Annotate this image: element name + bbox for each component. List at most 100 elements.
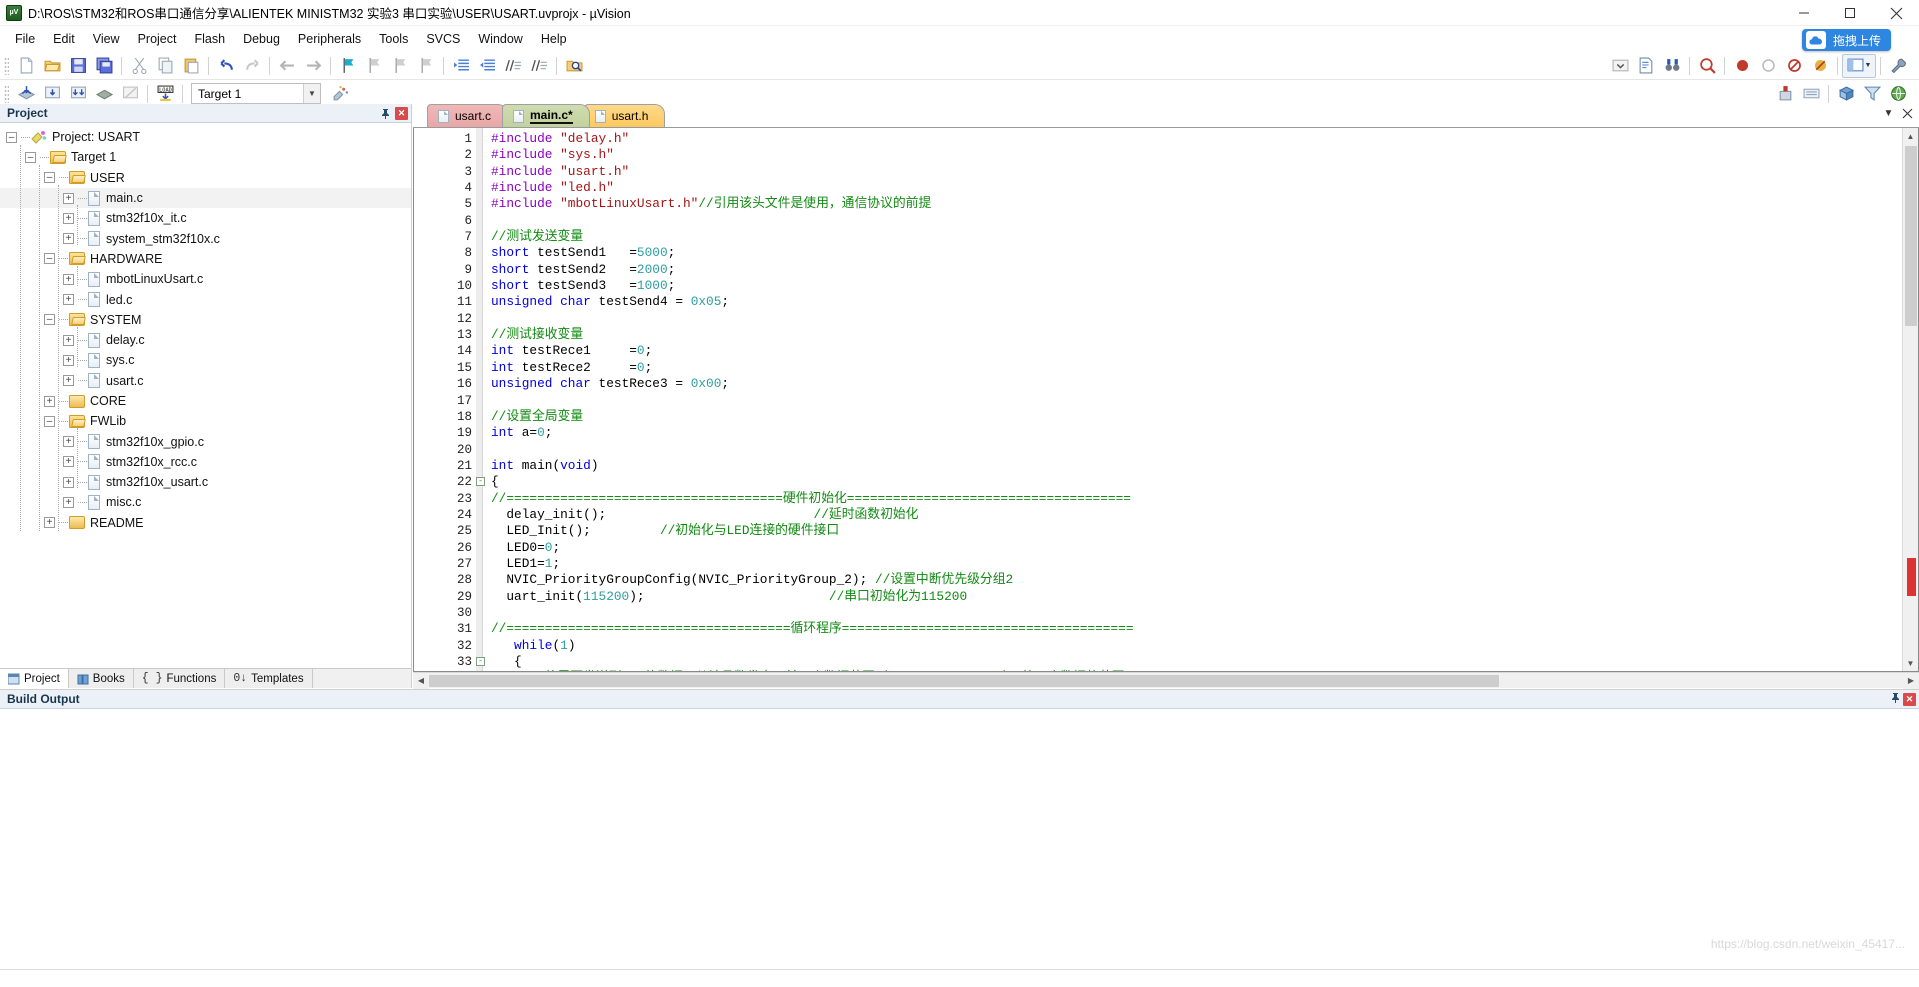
tree-item-stm32f10x-usart-c[interactable]: + stm32f10x_usart.c [0,472,411,492]
expander-icon[interactable]: + [63,375,74,386]
tree-item-project-usart[interactable]: – Project: USART [0,127,411,147]
menu-tools[interactable]: Tools [370,29,417,49]
build-icon[interactable] [13,82,39,106]
menu-project[interactable]: Project [129,29,186,49]
expander-icon[interactable]: + [63,456,74,467]
scroll-up-button[interactable]: ▲ [1903,128,1919,144]
navigate-back-icon[interactable] [274,54,300,78]
scroll-right-button[interactable]: ▶ [1903,673,1919,689]
tree-item-system-group[interactable]: – SYSTEM [0,310,411,330]
copy-icon[interactable] [152,54,178,78]
pin-icon[interactable] [1890,692,1901,706]
bookmark-clear-icon[interactable] [413,54,439,78]
manage-run-time-env-icon[interactable] [1798,82,1824,106]
kill-all-breakpoints-icon[interactable] [1755,54,1781,78]
expander-icon[interactable]: + [44,517,55,528]
expander-icon[interactable]: + [63,335,74,346]
expander-icon[interactable]: – [44,253,55,264]
code-scroll-area[interactable]: 12345678910111213141516171819202122-2324… [414,128,1902,671]
undo-icon[interactable] [213,54,239,78]
tab-project[interactable]: Project [0,669,69,688]
chevron-down-icon[interactable]: ▼ [1881,106,1896,121]
uncomment-icon[interactable] [526,54,552,78]
expander-icon[interactable]: + [44,396,55,407]
filter-icon[interactable] [1859,82,1885,106]
bookmark-next-icon[interactable] [387,54,413,78]
batch-build-icon[interactable] [65,82,91,106]
tree-item-main-c[interactable]: + main.c [0,188,411,208]
disable-breakpoint-icon[interactable] [1781,54,1807,78]
tree-item-usart-c[interactable]: + usart.c [0,371,411,391]
tree-item-user-group[interactable]: – USER [0,168,411,188]
expander-icon[interactable]: + [63,477,74,488]
code-editor[interactable]: 12345678910111213141516171819202122-2324… [413,128,1919,672]
outdent-icon[interactable] [474,54,500,78]
tree-item-stm32f10x-rcc-c[interactable]: + stm32f10x_rcc.c [0,452,411,472]
tab-books[interactable]: Books [69,669,134,688]
configure-icon[interactable] [1885,54,1911,78]
code-content[interactable]: #include "delay.h"#include "sys.h"#inclu… [483,128,1902,671]
tree-item-sys-c[interactable]: + sys.c [0,350,411,370]
minimize-button[interactable] [1781,0,1827,26]
tree-item-stm32f10x-gpio-c[interactable]: + stm32f10x_gpio.c [0,431,411,451]
tree-item-target-1[interactable]: – Target 1 [0,147,411,167]
toolbar-grip[interactable] [4,85,9,103]
redo-icon[interactable] [239,54,265,78]
menu-window[interactable]: Window [469,29,531,49]
build-output-content[interactable]: https://blog.csdn.net/weixin_45417... [0,709,1919,969]
tree-item-mbotlinuxusart-c[interactable]: + mbotLinuxUsart.c [0,269,411,289]
menu-flash[interactable]: Flash [185,29,234,49]
tab-usart-c[interactable]: usart.c [427,104,508,127]
zoom-icon[interactable] [1694,54,1720,78]
expander-icon[interactable]: + [63,497,74,508]
close-icon[interactable]: ✕ [1903,693,1916,706]
menu-help[interactable]: Help [532,29,576,49]
expander-icon[interactable]: + [63,213,74,224]
scrollbar-thumb[interactable] [1905,146,1917,326]
expander-icon[interactable]: – [44,314,55,325]
drag-upload-button[interactable]: 拖拽上传 [1802,29,1891,51]
expander-icon[interactable]: – [25,152,36,163]
open-file-icon[interactable] [39,54,65,78]
manage-project-icon[interactable] [1885,82,1911,106]
paste-icon[interactable] [178,54,204,78]
horizontal-scrollbar[interactable]: ◀ ▶ [413,672,1919,688]
target-select[interactable]: Target 1 ▼ [191,83,321,104]
expander-icon[interactable]: + [63,436,74,447]
cut-icon[interactable] [126,54,152,78]
menu-peripherals[interactable]: Peripherals [289,29,370,49]
find-in-files-icon[interactable] [561,54,587,78]
pin-icon[interactable] [378,106,393,121]
save-all-icon[interactable] [91,54,117,78]
expander-icon[interactable]: + [63,233,74,244]
close-icon[interactable] [1900,106,1915,121]
rebuild-icon[interactable] [39,82,65,106]
bookmark-prev-icon[interactable] [361,54,387,78]
expander-icon[interactable]: + [63,193,74,204]
close-icon[interactable]: ✕ [395,107,408,120]
bookmark-toggle-icon[interactable] [335,54,361,78]
insert-breakpoint-icon[interactable] [1729,54,1755,78]
indent-icon[interactable] [448,54,474,78]
window-layout-button[interactable]: ▼ [1842,54,1876,78]
project-tree[interactable]: – Project: USART – Target 1 – USER [0,123,411,668]
disable-all-breakpoints-icon[interactable] [1807,54,1833,78]
new-file-icon[interactable] [13,54,39,78]
expander-icon[interactable]: + [63,355,74,366]
close-button[interactable] [1873,0,1919,26]
tab-usart-h[interactable]: usart.h [584,104,666,127]
chevron-down-icon[interactable]: ▼ [303,84,320,103]
menu-debug[interactable]: Debug [234,29,289,49]
toolbar-grip[interactable] [4,57,9,75]
tree-item-core-group[interactable]: + CORE [0,391,411,411]
expander-icon[interactable]: – [44,172,55,183]
menu-file[interactable]: File [6,29,44,49]
translate-file-icon[interactable] [91,82,117,106]
chevron-down-icon[interactable]: ▼ [1865,62,1872,69]
text-doc-icon[interactable] [1633,54,1659,78]
stop-build-icon[interactable] [117,82,143,106]
tree-item-fwlib-group[interactable]: – FWLib [0,411,411,431]
debug-binoculars-icon[interactable] [1659,54,1685,78]
tab-main-c[interactable]: main.c* [502,104,590,127]
pack-installer-icon[interactable] [1833,82,1859,106]
